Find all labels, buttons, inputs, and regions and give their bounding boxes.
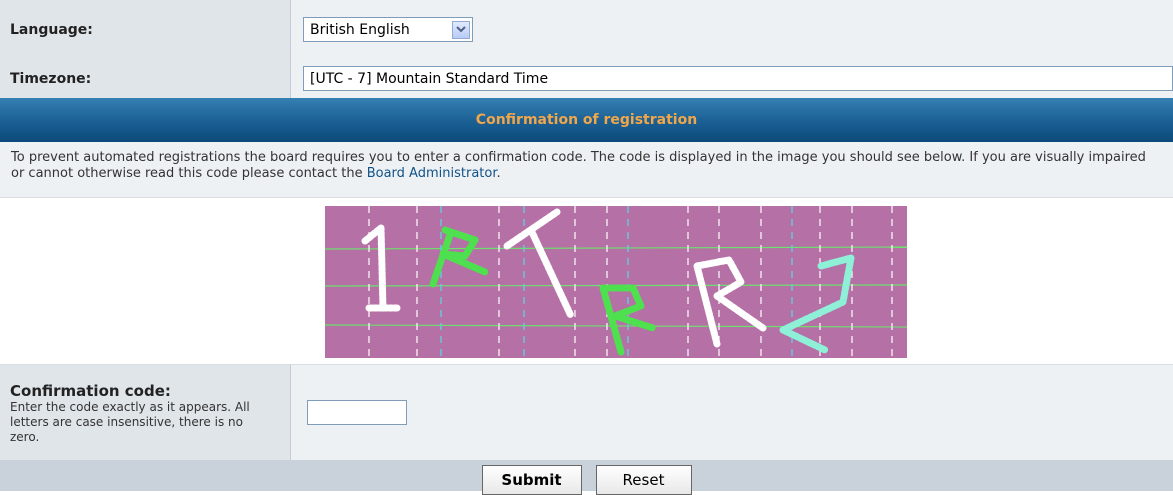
language-select[interactable]: British English: [303, 17, 473, 42]
chevron-down-icon[interactable]: [452, 20, 470, 39]
timezone-label: Timezone:: [0, 59, 291, 98]
board-administrator-link[interactable]: Board Administrator: [367, 166, 497, 181]
language-row: Language: British English: [0, 0, 1173, 59]
timezone-row: Timezone: [UTC - 7] Mountain Standard Ti…: [0, 59, 1173, 98]
form-buttons: Submit Reset: [0, 460, 1173, 495]
confirmation-title: Confirmation of registration: [475, 112, 698, 128]
confirmation-explanation: To prevent automated registrations the b…: [0, 142, 1173, 197]
confirmation-header: Confirmation of registration: [0, 98, 1173, 142]
timezone-select-value: [UTC - 7] Mountain Standard Time: [310, 70, 549, 87]
captcha-row: [0, 197, 1173, 365]
confirmation-code-label: Confirmation code:: [10, 382, 171, 400]
captcha-image: [325, 206, 907, 358]
language-label: Language:: [0, 0, 291, 59]
timezone-select[interactable]: [UTC - 7] Mountain Standard Time: [303, 66, 1173, 91]
confirmation-code-row: Confirmation code: Enter the code exactl…: [0, 365, 1173, 460]
confirmation-code-input[interactable]: [307, 400, 407, 425]
confirmation-code-hint: Enter the code exactly as it appears. Al…: [10, 400, 250, 444]
language-select-value: British English: [310, 21, 410, 38]
